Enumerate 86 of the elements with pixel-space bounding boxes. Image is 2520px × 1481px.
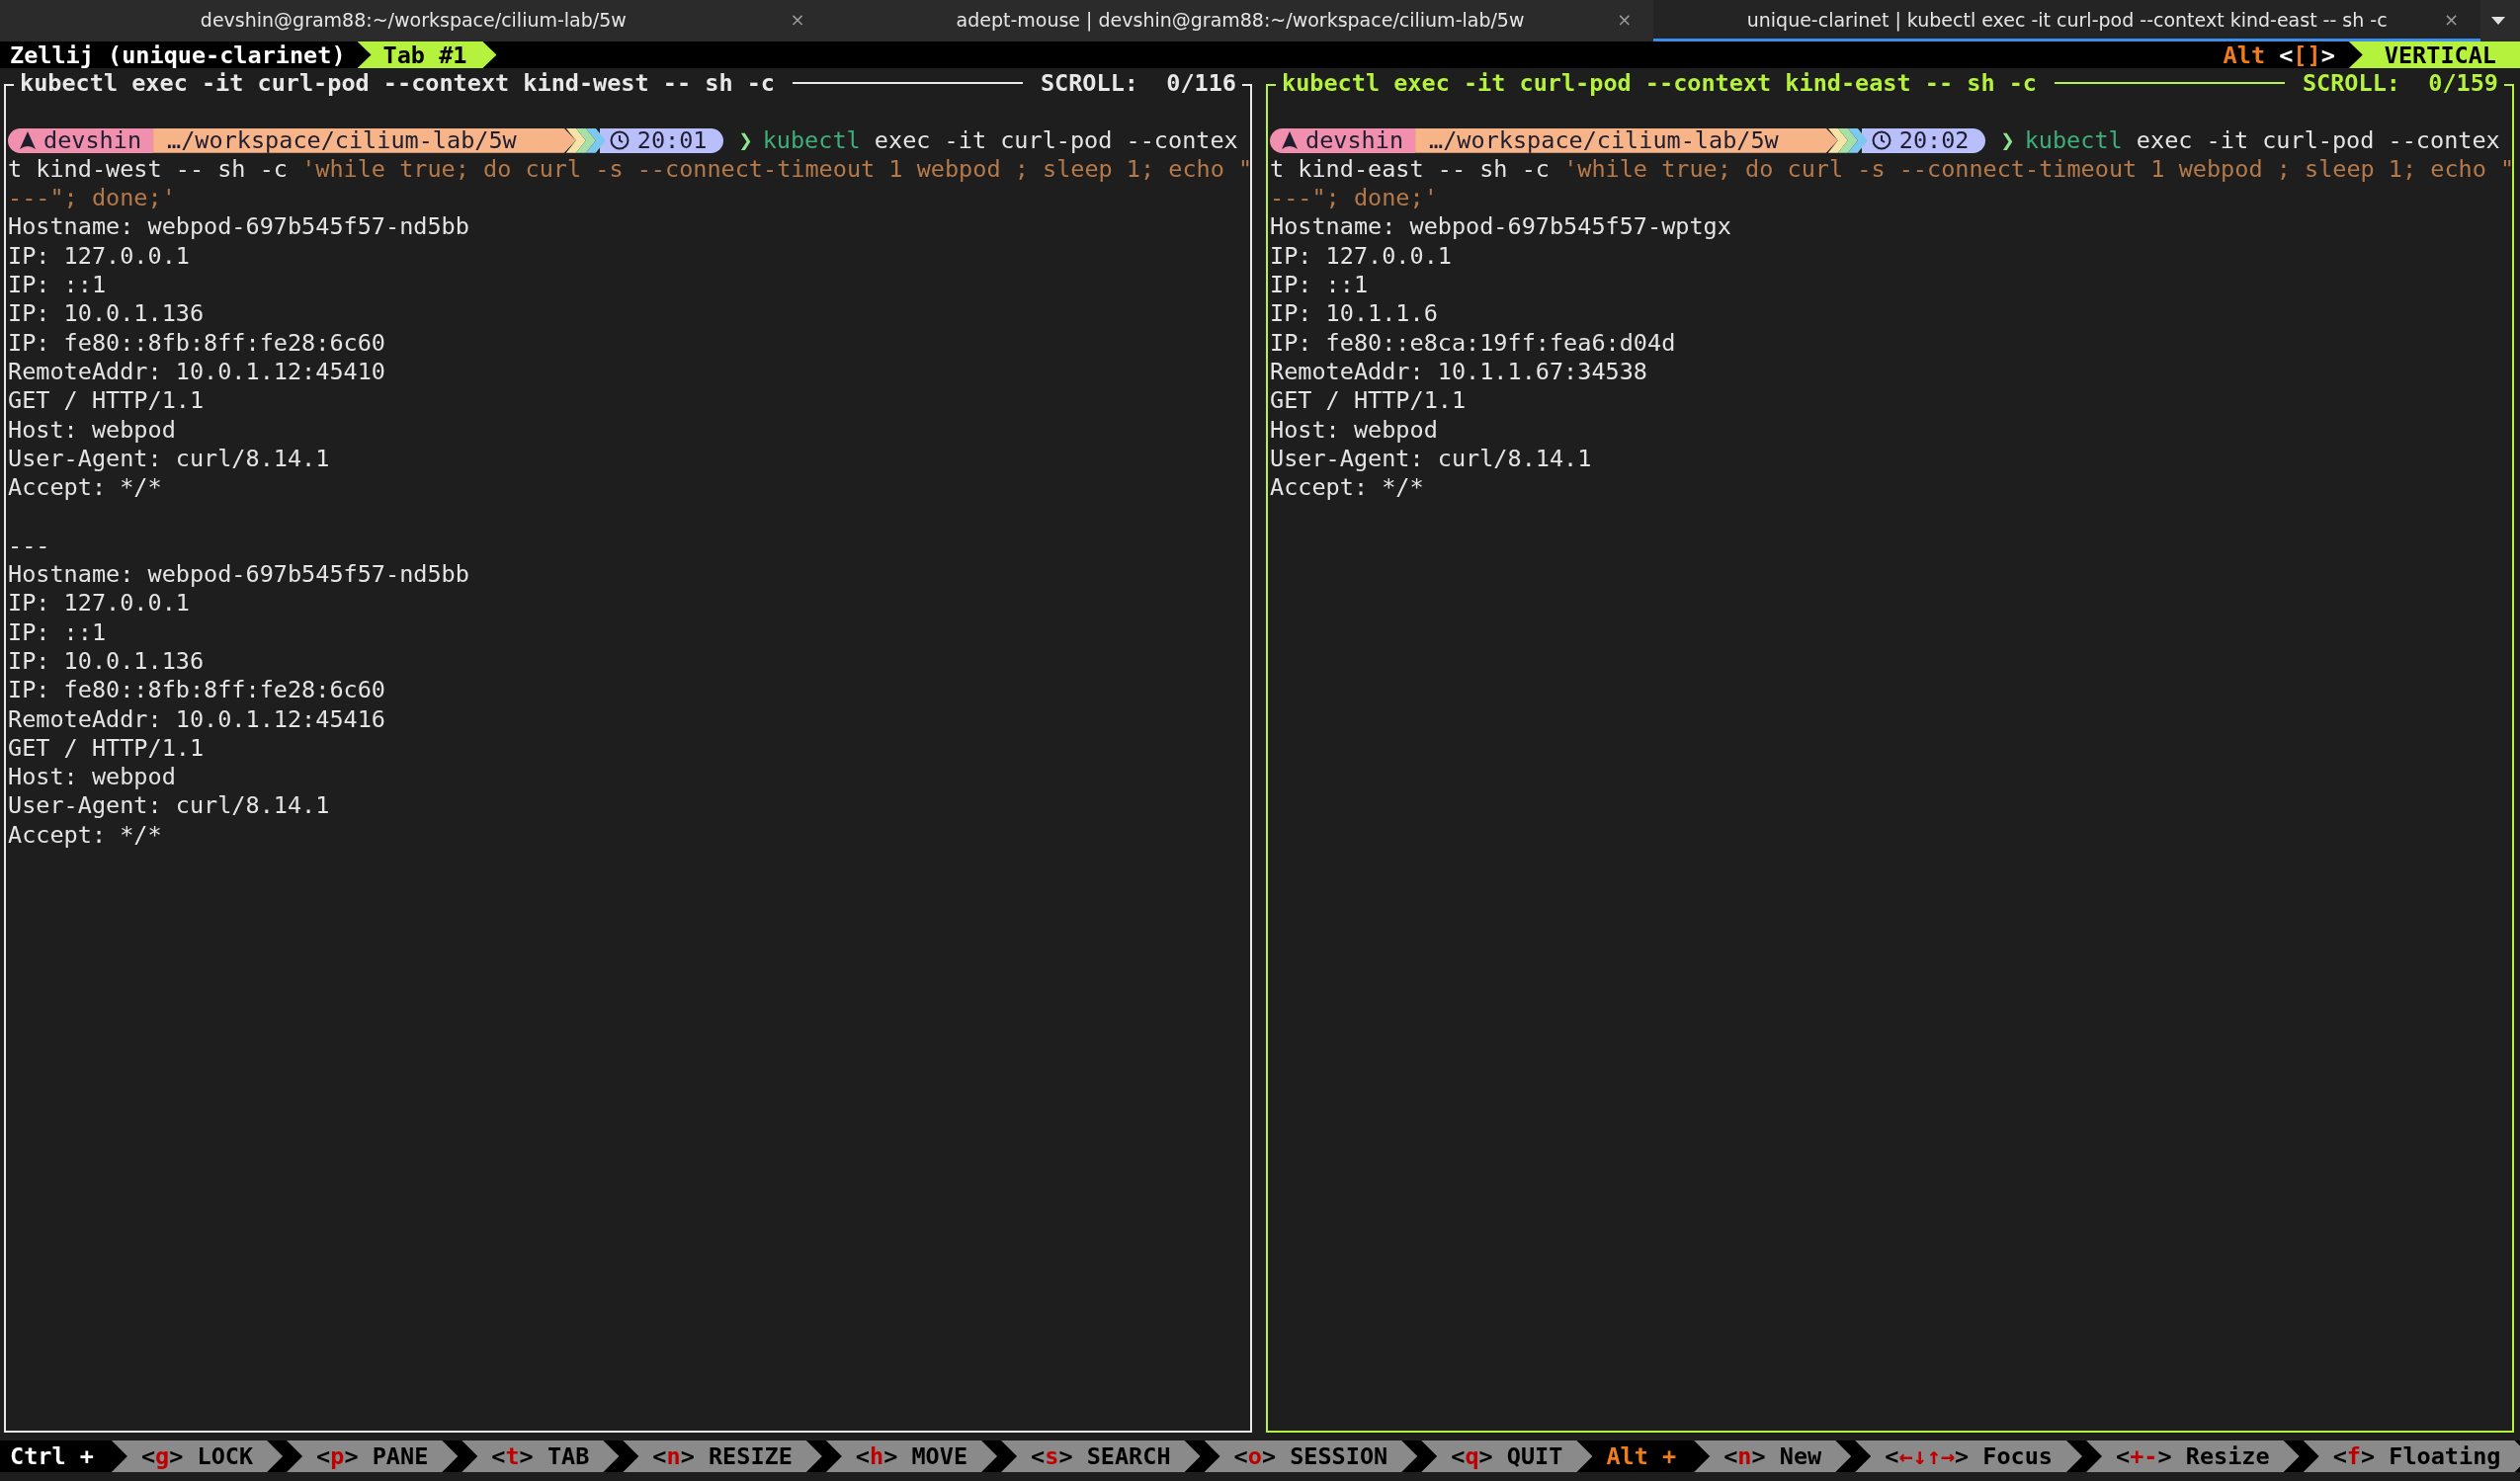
prompt-path: …/workspace/cilium-lab/5w bbox=[1415, 127, 1838, 153]
output-line: IP: 127.0.0.1 bbox=[8, 589, 191, 618]
shortcut-hint: <o> SESSION bbox=[1204, 1440, 1418, 1472]
alt-hint: Alt <[]> bbox=[2223, 41, 2336, 69]
output-line: Accept: */* bbox=[8, 820, 163, 850]
prompt-time: 20:01 bbox=[599, 127, 723, 153]
output-line: RemoteAddr: 10.0.1.12:45410 bbox=[8, 357, 386, 387]
output-line: IP: 127.0.0.1 bbox=[8, 241, 191, 272]
output-line: Hostname: webpod-697b545f57-nd5bb bbox=[8, 212, 470, 242]
output-line: Hostname: webpod-697b545f57-nd5bb bbox=[8, 560, 470, 590]
shortcut-hint: <h> MOVE bbox=[825, 1440, 998, 1472]
output-line: IP: fe80::8fb:8ff:fe28:6c60 bbox=[8, 676, 386, 705]
output-line: Host: webpod bbox=[8, 415, 177, 445]
command-string: 'while true; do curl -s --connect-timeout 1 webpod ; sleep 1; echo " bbox=[1563, 154, 2512, 183]
command-text: exec -it curl-pod --contex bbox=[873, 125, 1238, 155]
shortcut-hint: <n> New bbox=[1694, 1440, 1852, 1472]
dropdown-caret-icon[interactable] bbox=[2490, 16, 2506, 26]
close-icon[interactable]: × bbox=[1617, 9, 1633, 30]
shortcut-hint: <+-> Resize bbox=[2086, 1440, 2300, 1472]
output-line: User-Agent: curl/8.14.1 bbox=[8, 444, 331, 474]
output-line: IP: 10.0.1.136 bbox=[8, 299, 206, 329]
output-line: Accept: */* bbox=[8, 473, 163, 503]
pane-border-corner bbox=[1266, 83, 1276, 99]
command-string: ---"; done;' bbox=[8, 184, 176, 212]
pane-border-corner bbox=[1242, 83, 1252, 99]
command-string: 'while true; do curl -s --connect-timeout 1 webpod ; sleep 1; echo " bbox=[301, 154, 1250, 183]
arch-logo-icon bbox=[1282, 131, 1298, 150]
output-line: IP: 127.0.0.1 bbox=[1270, 241, 1453, 272]
alt-label: Alt + bbox=[1605, 1442, 1678, 1470]
terminal-pane[interactable] bbox=[1266, 97, 2514, 1433]
output-line: IP: fe80::e8ca:19ff:fea6:d04d bbox=[1270, 328, 1677, 358]
output-line: User-Agent: curl/8.14.1 bbox=[8, 791, 331, 821]
prompt-user: devshin bbox=[8, 127, 154, 153]
output-line: User-Agent: curl/8.14.1 bbox=[1270, 444, 1593, 474]
command-text: exec -it curl-pod --contex bbox=[2135, 125, 2500, 155]
ctrl-label: Ctrl + bbox=[9, 1442, 95, 1470]
command-text: t kind-west -- sh -c bbox=[8, 154, 289, 183]
output-line: IP: ::1 bbox=[1270, 271, 1370, 300]
clock-icon bbox=[609, 130, 630, 151]
output-line: RemoteAddr: 10.0.1.12:45416 bbox=[8, 704, 386, 734]
prompt-symbol: ❯ bbox=[737, 125, 754, 155]
shortcut-hint: <q> QUIT bbox=[1421, 1440, 1593, 1472]
command-name: kubectl bbox=[762, 125, 861, 155]
output-line: GET / HTTP/1.1 bbox=[8, 386, 206, 416]
layout-indicator: VERTICAL bbox=[2348, 41, 2520, 68]
pane-border-corner bbox=[2504, 83, 2514, 99]
prompt-time: 20:02 bbox=[1861, 127, 1985, 153]
zellij-tab[interactable]: Tab #1 bbox=[357, 41, 497, 68]
output-line: GET / HTTP/1.1 bbox=[8, 733, 206, 764]
command-string: ---"; done;' bbox=[1270, 184, 1438, 212]
shortcut-hint: <←↓↑→> Focus bbox=[1855, 1440, 2083, 1472]
scroll-indicator: SCROLL: 0/116 bbox=[1039, 68, 1237, 97]
output-line: IP: 10.0.1.136 bbox=[8, 646, 206, 677]
pane-border-corner bbox=[4, 83, 14, 99]
pane-title: kubectl exec -it curl-pod --context kind-west -- sh -c bbox=[19, 68, 776, 97]
shortcut-hint: <g> LOCK bbox=[111, 1440, 284, 1472]
output-line: IP: ::1 bbox=[8, 271, 108, 300]
close-icon[interactable]: × bbox=[2443, 9, 2459, 30]
shortcut-hint: <n> RESIZE bbox=[623, 1440, 822, 1472]
arch-logo-icon bbox=[20, 131, 36, 150]
shortcut-hint: <f> Floating bbox=[2303, 1440, 2520, 1472]
prompt-user: devshin bbox=[1270, 127, 1416, 153]
terminal-tab[interactable]: unique-clarinet | kubectl exec -it curl-pod --context kind-east -- sh -c × bbox=[1653, 0, 2480, 41]
output-line: Accept: */* bbox=[1270, 473, 1425, 503]
output-line: Host: webpod bbox=[8, 763, 177, 792]
shortcut-hint: <s> SEARCH bbox=[1001, 1440, 1201, 1472]
scroll-indicator: SCROLL: 0/159 bbox=[2301, 68, 2499, 97]
output-line: Host: webpod bbox=[1270, 415, 1439, 445]
command-name: kubectl bbox=[2024, 125, 2123, 155]
output-line: RemoteAddr: 10.1.1.67:34538 bbox=[1270, 357, 1648, 387]
pane-title: kubectl exec -it curl-pod --context kind-east -- sh -c bbox=[1281, 68, 2038, 97]
close-icon[interactable]: × bbox=[790, 9, 805, 30]
shortcut-hint: <t> TAB bbox=[462, 1440, 620, 1472]
shortcut-hint: <p> PANE bbox=[287, 1440, 459, 1472]
session-name: Zellij (unique-clarinet) bbox=[9, 41, 347, 69]
output-line: IP: 10.1.1.6 bbox=[1270, 299, 1439, 329]
terminal-pane[interactable] bbox=[4, 97, 1252, 1433]
output-line: IP: ::1 bbox=[8, 617, 108, 647]
prompt-symbol: ❯ bbox=[1999, 125, 2016, 155]
output-line: --- bbox=[8, 531, 51, 561]
command-text: t kind-east -- sh -c bbox=[1270, 154, 1551, 183]
prompt-path: …/workspace/cilium-lab/5w bbox=[153, 127, 576, 153]
clock-icon bbox=[1871, 130, 1891, 151]
output-line: IP: fe80::8fb:8ff:fe28:6c60 bbox=[8, 328, 386, 358]
output-line: GET / HTTP/1.1 bbox=[1270, 386, 1468, 416]
output-line: Hostname: webpod-697b545f57-wptgx bbox=[1270, 212, 1732, 242]
